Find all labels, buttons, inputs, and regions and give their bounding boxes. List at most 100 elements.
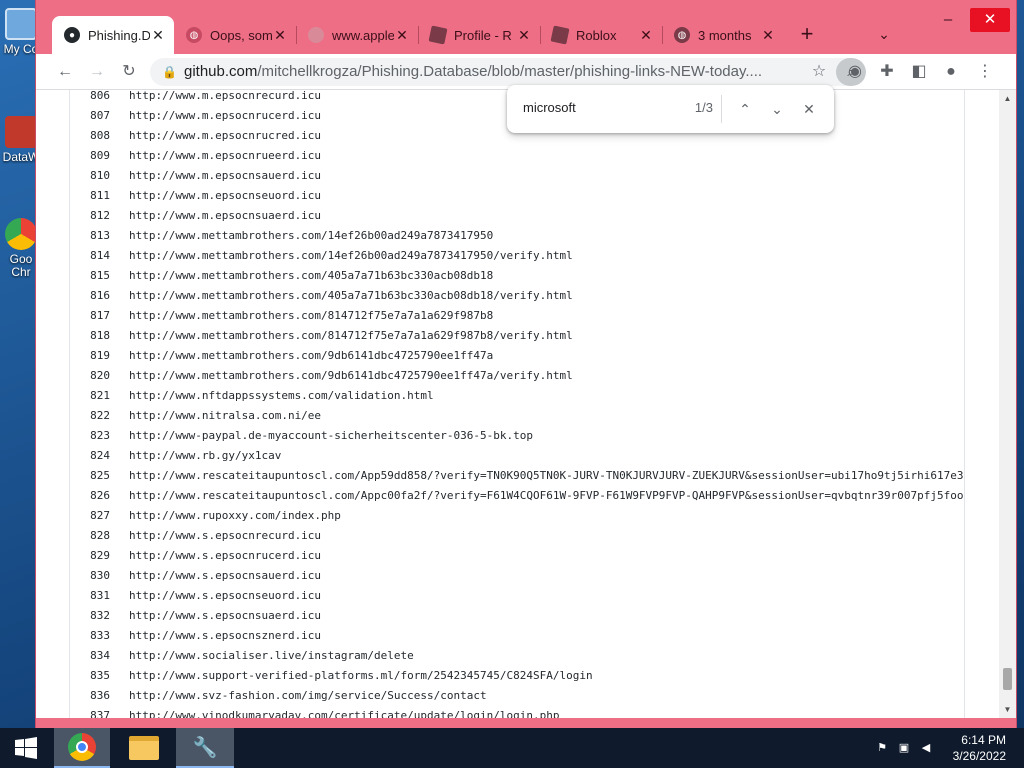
reload-button[interactable]: ↻ — [116, 59, 142, 85]
find-match-count: 1/3 — [694, 100, 713, 115]
line-number[interactable]: 830 — [70, 566, 110, 586]
line-text: http://www.mettambrothers.com/405a7a71b6… — [129, 289, 573, 302]
close-tab-icon[interactable]: ✕ — [272, 27, 288, 44]
line-text: http://www.rupoxxy.com/index.php — [129, 509, 341, 522]
action-center-flag-icon[interactable]: ⚑ — [874, 740, 890, 756]
line-text: http://www.s.epsocnsuaerd.icu — [129, 609, 322, 622]
taskbar-tool-app[interactable]: 🔧 — [176, 728, 234, 768]
close-tab-icon[interactable]: ✕ — [516, 27, 532, 44]
code-line: 821 http://www.nftdappssystems.com/valida… — [70, 386, 964, 406]
line-number[interactable]: 825 — [70, 466, 110, 486]
close-tab-icon[interactable]: ✕ — [394, 27, 410, 44]
line-number[interactable]: 833 — [70, 626, 110, 646]
tab-roblox[interactable]: Roblox ✕ — [540, 16, 662, 54]
line-number[interactable]: 828 — [70, 526, 110, 546]
close-tab-icon[interactable]: ✕ — [760, 27, 776, 44]
line-number[interactable]: 826 — [70, 486, 110, 506]
profile-avatar[interactable]: ● — [938, 59, 964, 85]
line-number[interactable]: 835 — [70, 666, 110, 686]
line-number[interactable]: 815 — [70, 266, 110, 286]
forward-button[interactable]: → — [84, 59, 110, 85]
file-code-view: 806 http://www.m.epsocnrecurd.icu 807 http:… — [69, 90, 965, 718]
line-number[interactable]: 824 — [70, 446, 110, 466]
find-close-icon[interactable]: ✕ — [797, 97, 821, 121]
line-number[interactable]: 817 — [70, 306, 110, 326]
taskbar-file-explorer[interactable] — [116, 728, 172, 768]
extensions-puzzle-icon[interactable]: ✚ — [874, 59, 900, 85]
start-button[interactable] — [0, 728, 52, 768]
line-number[interactable]: 822 — [70, 406, 110, 426]
line-number[interactable]: 814 — [70, 246, 110, 266]
line-text: http://www.svz-fashion.com/img/service/S… — [129, 689, 487, 702]
vertical-scrollbar[interactable]: ▲ ▼ — [999, 90, 1016, 718]
tab-search-chevron-icon[interactable]: ⌄ — [874, 24, 894, 44]
scroll-down-arrow-icon[interactable]: ▼ — [999, 701, 1016, 718]
line-text: http://www.rescateitaupuntoscl.com/Appc0… — [129, 489, 964, 502]
line-number[interactable]: 821 — [70, 386, 110, 406]
line-number[interactable]: 808 — [70, 126, 110, 146]
line-number[interactable]: 818 — [70, 326, 110, 346]
scroll-up-arrow-icon[interactable]: ▲ — [999, 90, 1016, 107]
tab-3-months[interactable]: ◍ 3 months ✕ — [662, 16, 784, 54]
line-number[interactable]: 831 — [70, 586, 110, 606]
line-text: http://www.vinodkumaryadav.com/certifica… — [129, 709, 560, 718]
line-text: http://www.mettambrothers.com/9db6141dbc… — [129, 349, 494, 362]
network-icon[interactable]: ▣ — [896, 740, 912, 756]
side-panel-icon[interactable]: ◧ — [906, 59, 932, 85]
line-number[interactable]: 812 — [70, 206, 110, 226]
code-line: 825 http://www.rescateitaupuntoscl.com/Ap… — [70, 466, 964, 486]
code-line: 824 http://www.rb.gy/yx1cav — [70, 446, 964, 466]
tab-oops[interactable]: ◍ Oops, som ✕ — [174, 16, 296, 54]
clock-date: 3/26/2022 — [952, 749, 1006, 763]
line-number[interactable]: 820 — [70, 366, 110, 386]
find-next-chevron-down-icon[interactable]: ⌄ — [765, 97, 789, 121]
tab-phishing-database[interactable]: ● Phishing.D ✕ — [52, 16, 174, 54]
line-number[interactable]: 823 — [70, 426, 110, 446]
code-line: 828 http://www.s.epsocnrecurd.icu — [70, 526, 964, 546]
line-number[interactable]: 809 — [70, 146, 110, 166]
taskbar-chrome[interactable] — [54, 728, 110, 768]
line-number[interactable]: 807 — [70, 106, 110, 126]
tab-apple[interactable]: www.apple ✕ — [296, 16, 418, 54]
line-number[interactable]: 819 — [70, 346, 110, 366]
line-text: http://www.s.epsocnrecurd.icu — [129, 529, 322, 542]
find-input[interactable]: microsoft — [523, 100, 673, 115]
line-text: http://www.m.epsocnsauerd.icu — [129, 169, 322, 182]
new-tab-button[interactable]: + — [794, 22, 820, 48]
tab-profile-roblox[interactable]: Profile - R ✕ — [418, 16, 540, 54]
line-number[interactable]: 816 — [70, 286, 110, 306]
line-number[interactable]: 806 — [70, 90, 110, 106]
windows-logo-icon — [15, 737, 37, 759]
line-number[interactable]: 836 — [70, 686, 110, 706]
menu-kebab-icon[interactable]: ⋮ — [972, 59, 998, 85]
bookmark-star-icon[interactable]: ☆ — [806, 59, 832, 85]
code-line: 817 http://www.mettambrothers.com/814712f… — [70, 306, 964, 326]
clock-time: 6:14 PM — [961, 733, 1006, 747]
line-text: http://www.mettambrothers.com/814712f75e… — [129, 329, 573, 342]
loading-icon — [308, 27, 324, 43]
close-window-button[interactable]: ✕ — [970, 8, 1010, 32]
scrollbar-thumb[interactable] — [1003, 668, 1012, 690]
computer-icon — [5, 8, 37, 40]
close-tab-icon[interactable]: ✕ — [638, 27, 654, 44]
folder-icon — [129, 736, 159, 760]
line-number[interactable]: 811 — [70, 186, 110, 206]
find-previous-chevron-up-icon[interactable]: ⌃ — [733, 97, 757, 121]
github-icon: ● — [64, 27, 80, 43]
line-number[interactable]: 813 — [70, 226, 110, 246]
line-number[interactable]: 829 — [70, 546, 110, 566]
volume-muted-icon[interactable]: ◀ — [918, 740, 934, 756]
line-text: http://www.mettambrothers.com/9db6141dbc… — [129, 369, 573, 382]
line-number[interactable]: 834 — [70, 646, 110, 666]
close-tab-icon[interactable]: ✕ — [150, 27, 166, 44]
line-number[interactable]: 837 — [70, 706, 110, 718]
address-bar[interactable]: 🔒 github.com/mitchellkrogza/Phishing.Dat… — [150, 58, 866, 86]
back-button[interactable]: ← — [52, 59, 78, 85]
code-line: 819 http://www.mettambrothers.com/9db6141… — [70, 346, 964, 366]
line-number[interactable]: 832 — [70, 606, 110, 626]
taskbar: 🔧 ⚑ ▣ ◀ 6:14 PM 3/26/2022 — [0, 728, 1024, 768]
extension-globe-icon[interactable]: ◉ — [842, 59, 868, 85]
line-number[interactable]: 827 — [70, 506, 110, 526]
line-number[interactable]: 810 — [70, 166, 110, 186]
clock[interactable]: 6:14 PM 3/26/2022 — [953, 732, 1006, 764]
